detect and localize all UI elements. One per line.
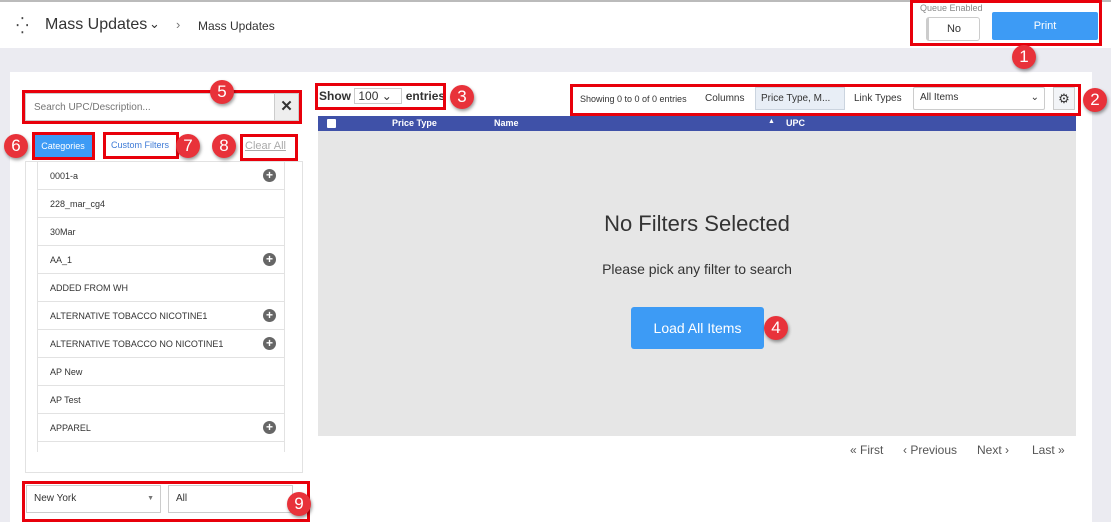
spinner-icon: ⁛ [16,18,29,35]
category-label: 228_mar_cg4 [50,199,106,209]
expand-plus-icon[interactable]: + [263,421,276,434]
category-item[interactable]: AP New [38,358,284,386]
expand-plus-icon[interactable]: + [263,337,276,350]
category-item[interactable]: APPAREL + [38,414,284,442]
category-label: ALTERNATIVE TOBACCO NO NICOTINE1 [50,339,224,349]
annotation-badge: 4 [764,316,788,340]
annotation-badge: 5 [210,80,234,104]
table-header: Price Type Name ▲ UPC [318,116,1076,131]
category-item[interactable]: 0001-a + [38,162,284,190]
expand-plus-icon[interactable]: + [263,309,276,322]
category-label: AP Test [50,395,81,405]
category-item[interactable]: ALTERNATIVE TOBACCO NO NICOTINE1 + [38,330,284,358]
breadcrumb: Mass Updates [198,19,275,33]
empty-title: No Filters Selected [604,211,790,236]
annotation-badge: 7 [176,134,200,158]
expand-plus-icon[interactable]: + [263,253,276,266]
annotation-badge: 9 [287,492,311,516]
empty-subtitle: Please pick any filter to search [602,261,792,277]
annotation-badge: 3 [450,85,474,109]
category-item[interactable]: 30Mar [38,218,284,246]
category-label: 0001-a [50,171,79,181]
category-item[interactable]: AP Test [38,386,284,414]
category-item[interactable]: ALTERNATIVE TOBACCO NICOTINE1 + [38,302,284,330]
category-item[interactable]: AA_1 + [38,246,284,274]
category-label: AP New [50,367,83,377]
annotation-box [910,0,1102,46]
pagination-last[interactable]: Last » [1032,443,1065,457]
pagination-next[interactable]: Next › [977,443,1009,457]
category-label: APPAREL [50,423,91,433]
select-all-checkbox[interactable] [327,119,336,128]
pagination-first[interactable]: « First [850,443,883,457]
sort-asc-icon: ▲ [768,118,775,125]
column-price-type[interactable]: Price Type [392,118,437,128]
category-item[interactable]: ADDED FROM WH [38,274,284,302]
category-label: AA_1 [50,255,73,265]
table-body: No Filters Selected Please pick any filt… [318,131,1076,436]
category-label: ALTERNATIVE TOBACCO NICOTINE1 [50,311,208,321]
pagination-previous[interactable]: ‹ Previous [903,443,957,457]
category-list[interactable]: 0001-a +228_mar_cg4 30Mar AA_1 + ADDED FROM W… [25,161,303,473]
category-label: ADDED FROM WH [50,283,128,293]
breadcrumb-separator-icon: › [176,17,181,32]
category-label: 30Mar [50,227,76,237]
column-upc[interactable]: UPC [786,118,805,128]
module-title[interactable]: Mass Updates [45,16,147,34]
annotation-badge: 8 [212,134,236,158]
annotation-badge: 6 [4,134,28,158]
expand-plus-icon[interactable]: + [263,169,276,182]
chevron-down-icon[interactable]: ⌄ [149,16,160,32]
annotation-badge: 2 [1083,88,1107,112]
column-name[interactable]: Name [494,118,519,128]
annotation-badge: 1 [1012,45,1036,69]
load-all-items-button[interactable]: Load All Items [631,307,764,349]
category-item[interactable]: 228_mar_cg4 [38,190,284,218]
